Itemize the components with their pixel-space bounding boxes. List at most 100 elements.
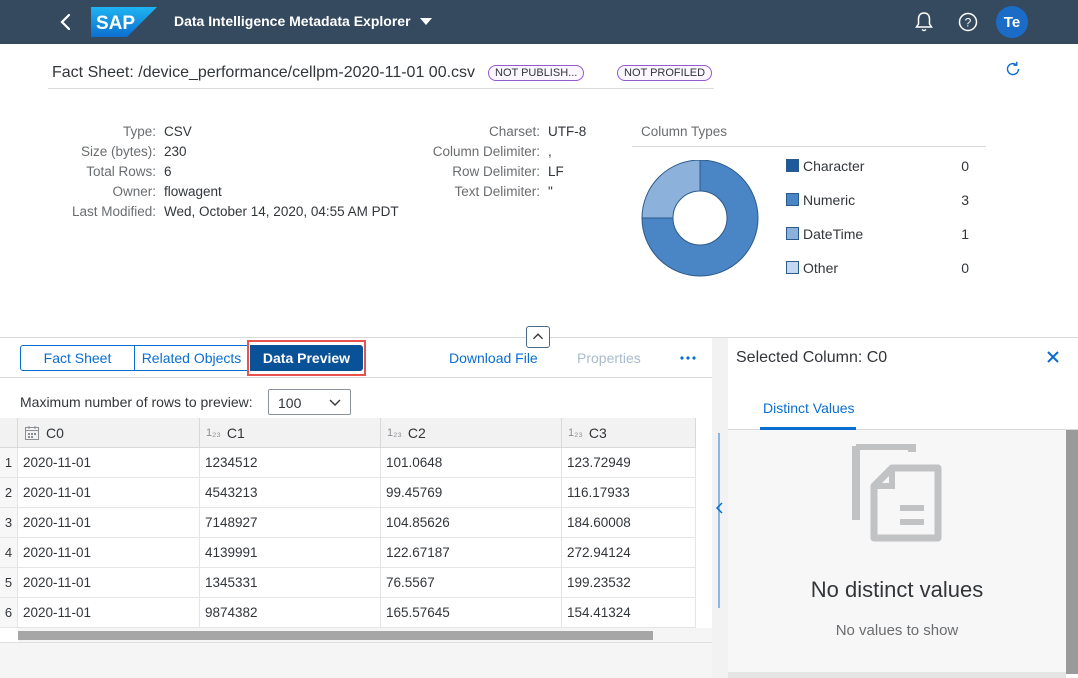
column-header-c1[interactable]: 1₂₃ C1: [200, 418, 381, 448]
size-value: 230: [164, 144, 187, 159]
back-icon[interactable]: [54, 10, 78, 34]
legend-label-character[interactable]: Character: [803, 158, 864, 174]
app-title[interactable]: Data Intelligence Metadata Explorer: [174, 13, 411, 29]
shell-bar: SAP Data Intelligence Metadata Explorer …: [0, 0, 1078, 44]
legend-count-character: 0: [961, 158, 969, 174]
splitter-handle[interactable]: [718, 433, 720, 608]
numeric-icon: 1₂₃: [206, 426, 221, 439]
last-modified-value: Wed, October 14, 2020, 04:55 AM PDT: [164, 204, 399, 219]
publish-status-badge[interactable]: NOT PUBLISH...: [488, 65, 585, 81]
side-panel-title: Selected Column: C0: [736, 349, 888, 366]
chevron-down-icon: [329, 399, 341, 406]
vertical-scrollbar[interactable]: [1066, 430, 1078, 674]
numeric-icon: 1₂₃: [387, 426, 402, 439]
help-icon[interactable]: ?: [957, 11, 979, 33]
refresh-icon[interactable]: [1004, 60, 1022, 78]
column-name: C2: [407, 424, 426, 441]
table-cell[interactable]: 122.67187: [381, 538, 562, 568]
donut-slice-datetime[interactable]: [641, 160, 701, 219]
legend-swatch-character: [786, 159, 799, 172]
legend-swatch-datetime: [786, 227, 799, 240]
table-cell[interactable]: 104.85626: [381, 508, 562, 538]
table-cell[interactable]: 1234512: [200, 448, 381, 478]
table-footer: [0, 643, 712, 678]
legend-count-datetime: 1: [961, 226, 969, 242]
legend-count-numeric: 3: [961, 192, 969, 208]
max-rows-value: 100: [278, 395, 302, 411]
column-delimiter-label: Column Delimiter:: [432, 144, 540, 159]
table-cell[interactable]: 99.45769: [381, 478, 562, 508]
table-cell[interactable]: 2020-11-01: [18, 538, 200, 568]
column-types-divider: [632, 146, 986, 147]
row-number: 1: [0, 448, 18, 478]
chevron-down-icon[interactable]: [420, 18, 432, 26]
title-divider: [48, 88, 714, 89]
legend-swatch-numeric: [786, 193, 799, 206]
empty-state-subtitle: No values to show: [835, 622, 959, 639]
tab-related-objects[interactable]: Related Objects: [134, 345, 249, 371]
legend-label-datetime[interactable]: DateTime: [803, 226, 863, 242]
table-cell[interactable]: 154.41324: [562, 598, 696, 628]
horizontal-scrollbar-thumb[interactable]: [18, 631, 653, 640]
numeric-icon: 1₂₃: [568, 426, 583, 439]
download-file-button[interactable]: Download File: [449, 350, 538, 366]
close-icon[interactable]: [1046, 350, 1060, 364]
table-cell[interactable]: 9874382: [200, 598, 381, 628]
table-cell[interactable]: 123.72949: [562, 448, 696, 478]
table-cell[interactable]: 4543213: [200, 478, 381, 508]
table-cell[interactable]: 2020-11-01: [18, 508, 200, 538]
table-cell[interactable]: 184.60008: [562, 508, 696, 538]
max-rows-label: Maximum number of rows to preview:: [20, 394, 253, 410]
column-name: C3: [588, 424, 607, 441]
charset-label: Charset:: [488, 124, 540, 139]
max-rows-select[interactable]: 100: [268, 389, 351, 415]
svg-text:SAP: SAP: [96, 13, 135, 34]
table-cell[interactable]: 101.0648: [381, 448, 562, 478]
tab-fact-sheet[interactable]: Fact Sheet: [20, 345, 135, 371]
owner-label: Owner:: [112, 184, 156, 199]
owner-value: flowagent: [164, 184, 222, 199]
empty-state-title: No distinct values: [810, 577, 984, 602]
legend-label-numeric[interactable]: Numeric: [803, 192, 855, 208]
column-name: C0: [46, 424, 64, 441]
table-cell[interactable]: 7148927: [200, 508, 381, 538]
table-cell[interactable]: 199.23532: [562, 568, 696, 598]
total-rows-value: 6: [164, 164, 172, 179]
row-number: 5: [0, 568, 18, 598]
table-cell[interactable]: 76.5567: [381, 568, 562, 598]
table-cell[interactable]: 116.17933: [562, 478, 696, 508]
tab-distinct-values[interactable]: Distinct Values: [763, 400, 855, 416]
table-cell[interactable]: 2020-11-01: [18, 598, 200, 628]
table-cell[interactable]: 2020-11-01: [18, 568, 200, 598]
bell-icon[interactable]: [914, 11, 934, 33]
fact-sheet-title: Fact Sheet: /device_performance/cellpm-2…: [52, 64, 476, 81]
column-header-c2[interactable]: 1₂₃ C2: [381, 418, 562, 448]
row-number-header: [0, 418, 18, 448]
total-rows-label: Total Rows:: [86, 164, 156, 179]
data-preview-table: C0 1₂₃ C1 1₂₃ C2 1₂₃ C3 1 2020-11-01 123…: [0, 418, 696, 628]
row-delimiter-label: Row Delimiter:: [452, 164, 540, 179]
more-icon[interactable]: [678, 351, 698, 365]
table-cell[interactable]: 4139991: [200, 538, 381, 568]
table-cell[interactable]: 2020-11-01: [18, 448, 200, 478]
row-number: 4: [0, 538, 18, 568]
table-cell[interactable]: 165.57645: [381, 598, 562, 628]
row-number: 3: [0, 508, 18, 538]
table-cell[interactable]: 2020-11-01: [18, 478, 200, 508]
row-number: 6: [0, 598, 18, 628]
chevron-left-icon[interactable]: [713, 498, 727, 518]
user-avatar[interactable]: Te: [996, 6, 1028, 38]
table-cell[interactable]: 1345331: [200, 568, 381, 598]
calendar-icon: [25, 425, 39, 440]
legend-swatch-other: [786, 261, 799, 274]
table-cell[interactable]: 272.94124: [562, 538, 696, 568]
row-number: 2: [0, 478, 18, 508]
collapse-header-button[interactable]: [526, 326, 550, 348]
profile-status-badge[interactable]: NOT PROFILED: [617, 65, 713, 81]
column-header-c0[interactable]: C0: [18, 418, 200, 448]
type-label: Type:: [122, 124, 156, 139]
column-header-c3[interactable]: 1₂₃ C3: [562, 418, 696, 448]
legend-label-other[interactable]: Other: [803, 260, 838, 276]
column-types-donut-chart[interactable]: [641, 160, 761, 278]
sap-logo[interactable]: SAP: [91, 7, 157, 37]
